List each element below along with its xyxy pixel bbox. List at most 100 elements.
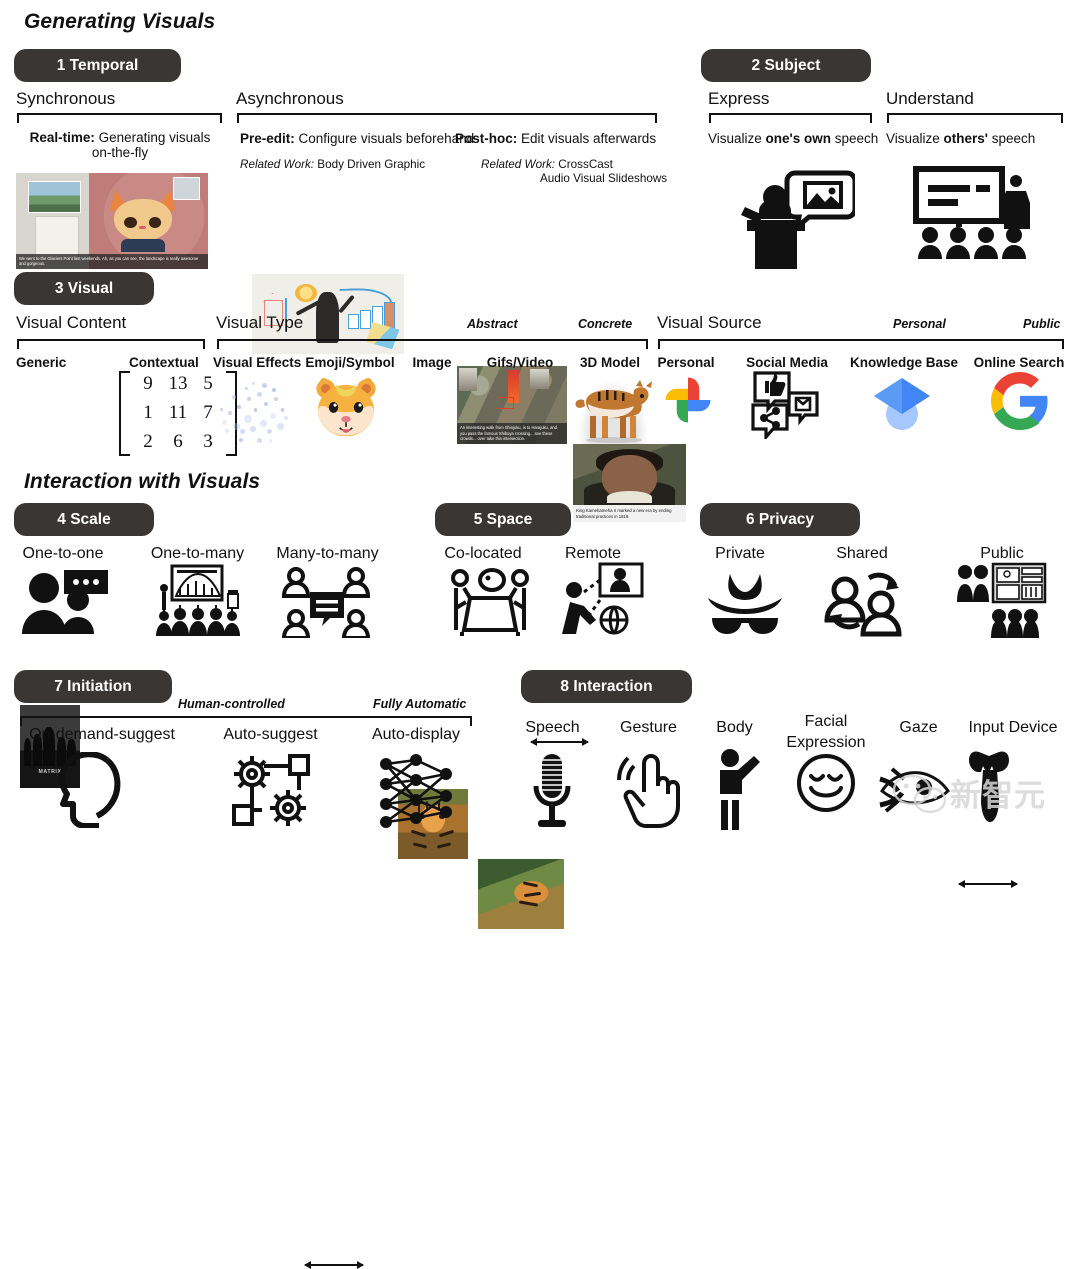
posthoc-bold: Post-hoc: <box>455 131 518 146</box>
bracket-understand <box>887 113 1063 123</box>
sparkle-dot <box>283 416 288 421</box>
sparkle-dot <box>240 429 246 435</box>
sparkle-dot <box>267 429 273 435</box>
tiger-face-emoji <box>307 370 385 448</box>
social-bubbles-icon <box>749 369 821 439</box>
dimension-pill-scale[interactable]: 4 Scale <box>14 503 154 536</box>
sparkle-dot <box>280 408 285 412</box>
bracket-visual-content <box>17 339 205 349</box>
sparkle-dot <box>268 439 273 443</box>
part2-title: Interaction with Visuals <box>24 470 261 493</box>
sparkle-dot <box>228 411 232 415</box>
hand-tap-icon <box>616 750 682 828</box>
realtime-desc-line2: on-the-fly <box>91 145 149 160</box>
watermark: 新智元 <box>890 768 1075 822</box>
express-desc: Visualize one's own speech <box>708 131 878 146</box>
understand-post: speech <box>988 131 1036 146</box>
sublabel-co-located: Co-located <box>444 545 522 562</box>
sublabel-online-search: Online Search <box>973 355 1065 370</box>
dimension-pill-space[interactable]: 5 Space <box>435 503 571 536</box>
microphone-icon <box>530 752 574 830</box>
group-label-visual-content: Visual Content <box>16 313 127 332</box>
two-people-sync-icon <box>823 562 907 638</box>
posthoc-text: Edit visuals afterwards <box>521 131 657 146</box>
sparkle-dot <box>260 419 268 427</box>
sublabel-social-media: Social Media <box>746 355 828 370</box>
sparkle-dot <box>257 391 262 397</box>
dimension-pill-interaction[interactable]: 8 Interaction <box>521 670 692 703</box>
sublabel-visual-effects: Visual Effects <box>213 355 302 370</box>
watermark-text: 新智元 <box>950 778 1046 814</box>
part1-title: Generating Visuals <box>24 10 216 33</box>
sublabel-3d-model: 3D Model <box>579 355 640 370</box>
sparkle-dot <box>263 401 268 406</box>
realtime-video-thumbnail: We went to the Glaciers Point last weeke… <box>16 173 208 269</box>
posthoc-rw: CrossCast <box>558 158 613 171</box>
understand-bold: others' <box>943 131 989 146</box>
sparkle-dot <box>238 437 243 442</box>
sublabel-personal: Personal <box>657 355 715 370</box>
sparkle-dot <box>245 386 249 390</box>
sublabel-gesture: Gesture <box>620 719 677 736</box>
matrix-cell-2-1: 6 <box>173 430 183 452</box>
express-post: speech <box>831 131 879 146</box>
sublabel-input-device: Input Device <box>968 719 1058 736</box>
sublabel-many-to-many: Many-to-many <box>276 545 379 562</box>
google-scholar-icon <box>871 372 933 432</box>
presenter-audience-icon <box>150 564 246 636</box>
axis-label-personal: Personal <box>893 317 946 331</box>
king-portrait-thumbnail: King Kamehameha II marked a new era by e… <box>573 444 686 522</box>
head-profile-icon <box>55 752 127 828</box>
bracket-initiation <box>20 716 472 726</box>
group-label-asynchronous: Asynchronous <box>236 89 344 108</box>
realtime-caption: We went to the Glaciers Point last weeke… <box>16 253 208 269</box>
sparkle-dot <box>246 396 251 401</box>
google-g-icon <box>991 372 1049 430</box>
axis-label-human-controlled: Human-controlled <box>178 697 285 711</box>
four-people-chat-icon <box>278 566 374 638</box>
bracket-visual-source <box>658 339 1064 349</box>
dimension-pill-visual[interactable]: 3 Visual <box>14 272 154 305</box>
sublabel-emoji-symbol: Emoji/Symbol <box>305 355 395 370</box>
dimension-pill-privacy[interactable]: 6 Privacy <box>700 503 860 536</box>
sublabel-generic: Generic <box>16 355 67 370</box>
shibuya-caption: An interesting walk from Shinjuku, is to… <box>457 423 567 444</box>
preedit-bold: Pre-edit: <box>240 131 295 146</box>
tiger-3d-model <box>572 370 654 444</box>
dimension-pill-temporal[interactable]: 1 Temporal <box>14 49 181 82</box>
sparkle-dot <box>277 422 285 430</box>
sublabel-auto-display: Auto-display <box>371 726 461 743</box>
posthoc-rw2: Audio Visual Slideshows <box>540 172 668 185</box>
standing-person-icon <box>712 748 762 830</box>
preedit-rw: Body Driven Graphic <box>317 158 426 171</box>
shibuya-crossing-thumbnail: An interesting walk from Shinjuku, is to… <box>457 366 567 444</box>
sparkle-dot <box>225 429 230 434</box>
group-label-visual-type: Visual Type <box>216 313 304 332</box>
three-people-together-icon <box>448 566 532 638</box>
sparkle-dot <box>250 426 257 433</box>
sublabel-knowledge-base: Knowledge Base <box>849 355 959 370</box>
smiley-face-icon <box>795 752 857 814</box>
express-bold: one's own <box>765 131 832 146</box>
audience-presentation-screen-icon <box>910 163 1038 271</box>
sparkle-dot <box>243 414 252 423</box>
understand-pre: Visualize <box>886 131 944 146</box>
google-photos-icon <box>661 373 715 427</box>
sparkle-dot <box>221 419 227 425</box>
understand-desc: Visualize others' speech <box>886 131 1035 146</box>
sparkle-dot <box>253 408 258 412</box>
sparkle-dot <box>251 381 256 386</box>
matrix-cell-0-1: 13 <box>168 373 188 394</box>
preedit-text: Configure visuals beforehand <box>298 131 475 146</box>
sparkle-dot <box>236 404 241 409</box>
dimension-pill-initiation[interactable]: 7 Initiation <box>14 670 172 703</box>
dimension-pill-subject[interactable]: 2 Subject <box>701 49 871 82</box>
axis-arrow-visual-source <box>958 880 1018 888</box>
sublabel-image: Image <box>412 355 452 370</box>
sparkle-dot <box>231 394 236 399</box>
gears-nodes-icon <box>228 750 314 830</box>
incognito-hat-glasses-icon <box>706 566 784 636</box>
bracket-asynchronous <box>237 113 657 123</box>
sublabel-auto-suggest: Auto-suggest <box>223 726 318 743</box>
remote-video-call-icon <box>558 562 644 638</box>
